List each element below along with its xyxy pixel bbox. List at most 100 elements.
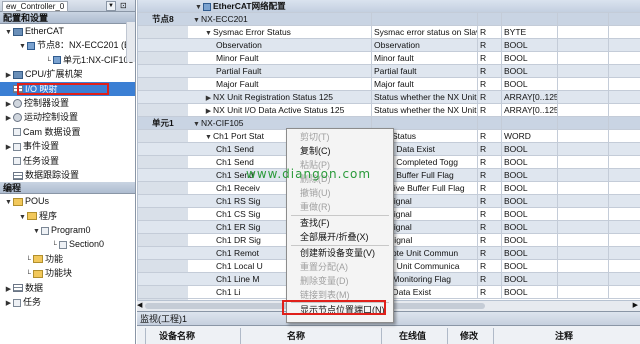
variable-cell[interactable] [557,26,640,39]
variable-cell[interactable] [557,286,640,299]
col-online-value[interactable]: 在线值 [399,329,426,343]
data-type-cell: BOOL [501,39,557,52]
pin-icon[interactable]: ⊡ [120,1,127,10]
column-divider [381,328,382,344]
variable-cell[interactable] [557,65,640,78]
grid-root-row[interactable]: ▼ EtherCAT网络配置 [138,0,640,13]
data-type-cell: BOOL [501,286,557,299]
menu-item-create-device-variable[interactable]: 创建新设备变量(V) [287,247,393,260]
grid-root-cell: ▼ EtherCAT网络配置 [194,0,434,14]
tree-item-motion-settings[interactable]: ▶ 运动控制设置 [0,110,135,124]
section-program-header[interactable]: 编程 [0,182,135,195]
menu-item-undo[interactable]: 撤销(U) [287,187,393,200]
data-type-cell: BOOL [501,143,557,156]
menu-item-cut[interactable]: 剪切(T) [287,131,393,144]
data-type-cell: BOOL [501,182,557,195]
table-row[interactable]: ▶ NX Unit Registration Status 125 Status w… [138,91,640,104]
menu-item-delete-variable[interactable]: 删除变量(D) [287,275,393,288]
variable-cell[interactable] [557,52,640,65]
tree-item-label: 事件设置 [23,141,60,152]
table-row[interactable]: 节点8 ▼NX-ECC201 [138,13,640,26]
variable-cell[interactable] [557,13,640,26]
folder-icon [33,255,43,264]
scroll-left-icon[interactable]: ◀ [137,301,142,309]
grid-root-label: EtherCAT网络配置 [213,1,286,11]
variable-cell[interactable] [557,117,640,130]
tree-item-unit1[interactable]: └ 单元1:NX-CIF105 [0,53,135,67]
tree-item-controller-settings[interactable]: ▶ 控制器设置 [0,96,135,110]
menu-item-reset-assignment[interactable]: 重置分配(A) [287,261,393,274]
description-cell: Status whether the NX Unit [371,91,477,104]
motion-icon [13,113,22,123]
variable-cell[interactable] [557,156,640,169]
table-row[interactable]: Observation Observation R BOOL [138,39,640,52]
tree-item-programs[interactable]: ▼ 程序 [0,209,135,223]
left-scrollbar[interactable] [126,22,135,62]
tree-item-tasks[interactable]: ▶ 任务 [0,295,135,309]
tree-item-node8[interactable]: ▼ 节点8：NX-ECC201 (E [0,38,135,52]
variable-cell[interactable] [557,234,640,247]
section-config-header[interactable]: 配置和设置 [0,12,135,24]
table-row[interactable]: Major Fault Major fault R BOOL [138,78,640,91]
variable-cell[interactable] [557,208,640,221]
tree-item-cpu-rack[interactable]: ▶ CPU/扩展机架 [0,67,135,81]
table-row[interactable]: ▶ NX Unit I/O Data Active Status 125 Statu… [138,104,640,117]
variable-cell[interactable] [557,91,640,104]
menu-item-expand-collapse-all[interactable]: 全部展开/折叠(X) [287,231,393,244]
col-modify[interactable]: 修改 [460,329,478,343]
variable-cell[interactable] [557,247,640,260]
task-icon [13,157,21,166]
description-cell: Observation [371,39,477,52]
tree-item-pous[interactable]: ▼ POUs [0,194,135,208]
highlight-box [17,82,109,95]
variable-cell[interactable] [557,39,640,52]
rw-cell: R [477,273,501,286]
column-divider [608,130,609,143]
table-row[interactable]: Partial Fault Partial fault R BOOL [138,65,640,78]
col-comment[interactable]: 注释 [555,329,573,343]
variable-cell[interactable] [557,260,640,273]
rw-cell: R [477,130,501,143]
table-row[interactable]: Minor Fault Minor fault R BOOL [138,52,640,65]
port-name-label: Sysmac Error Status [213,27,291,37]
column-divider [608,247,609,260]
variable-cell[interactable] [557,143,640,156]
menu-item-copy[interactable]: 复制(C) [287,145,393,158]
tree-item-data-trace[interactable]: 数据跟踪设置 [0,168,135,182]
variable-cell[interactable] [557,78,640,91]
tree-item-functions[interactable]: └ 功能 [0,252,135,266]
col-device-name[interactable]: 设备名称 [159,329,195,343]
variable-cell[interactable] [557,273,640,286]
tree-item-label: 单元1:NX-CIF105 [63,54,134,65]
port-name-label: Minor Fault [216,53,259,63]
scroll-right-icon[interactable]: ▶ [633,301,638,309]
tree-item-ethercat[interactable]: ▼ EtherCAT [0,24,135,38]
rw-cell: R [477,260,501,273]
tree-item-io-map[interactable]: I/O 映射 [0,81,135,96]
tree-item-section0[interactable]: └ Section0 [0,237,135,251]
column-divider [608,273,609,286]
variable-cell[interactable] [557,195,640,208]
tree-item-task-settings[interactable]: 任务设置 [0,154,135,168]
tree-item-cam-data[interactable]: Cam 数据设置 [0,125,135,139]
variable-cell[interactable] [557,182,640,195]
menu-item-redo[interactable]: 重做(R) [287,201,393,214]
table-row[interactable]: ▼Sysmac Error Status Sysmac error status … [138,26,640,39]
variable-cell[interactable] [557,104,640,117]
variable-cell[interactable] [557,221,640,234]
tree-item-event-settings[interactable]: ▶ 事件设置 [0,139,135,153]
node-cell: 单元1 [152,118,174,128]
port-name-label: Ch1 Line M [216,274,260,284]
variable-cell[interactable] [557,130,640,143]
tree-item-data[interactable]: ▶ 数据 [0,281,135,295]
chevron-down-icon[interactable]: ▼ [106,1,116,11]
tree-item-program0[interactable]: ▼ Program0 [0,223,135,237]
expand-arrow-icon[interactable]: ▶ [4,297,13,311]
tree-item-function-blocks[interactable]: └ 功能块 [0,266,135,280]
controller-selector[interactable]: ew_Controller_0 [2,1,69,12]
col-name[interactable]: 名称 [287,329,305,343]
column-divider [608,52,609,65]
variable-cell[interactable] [557,169,640,182]
rw-cell: R [477,91,501,104]
menu-item-find[interactable]: 查找(F) [287,217,393,230]
